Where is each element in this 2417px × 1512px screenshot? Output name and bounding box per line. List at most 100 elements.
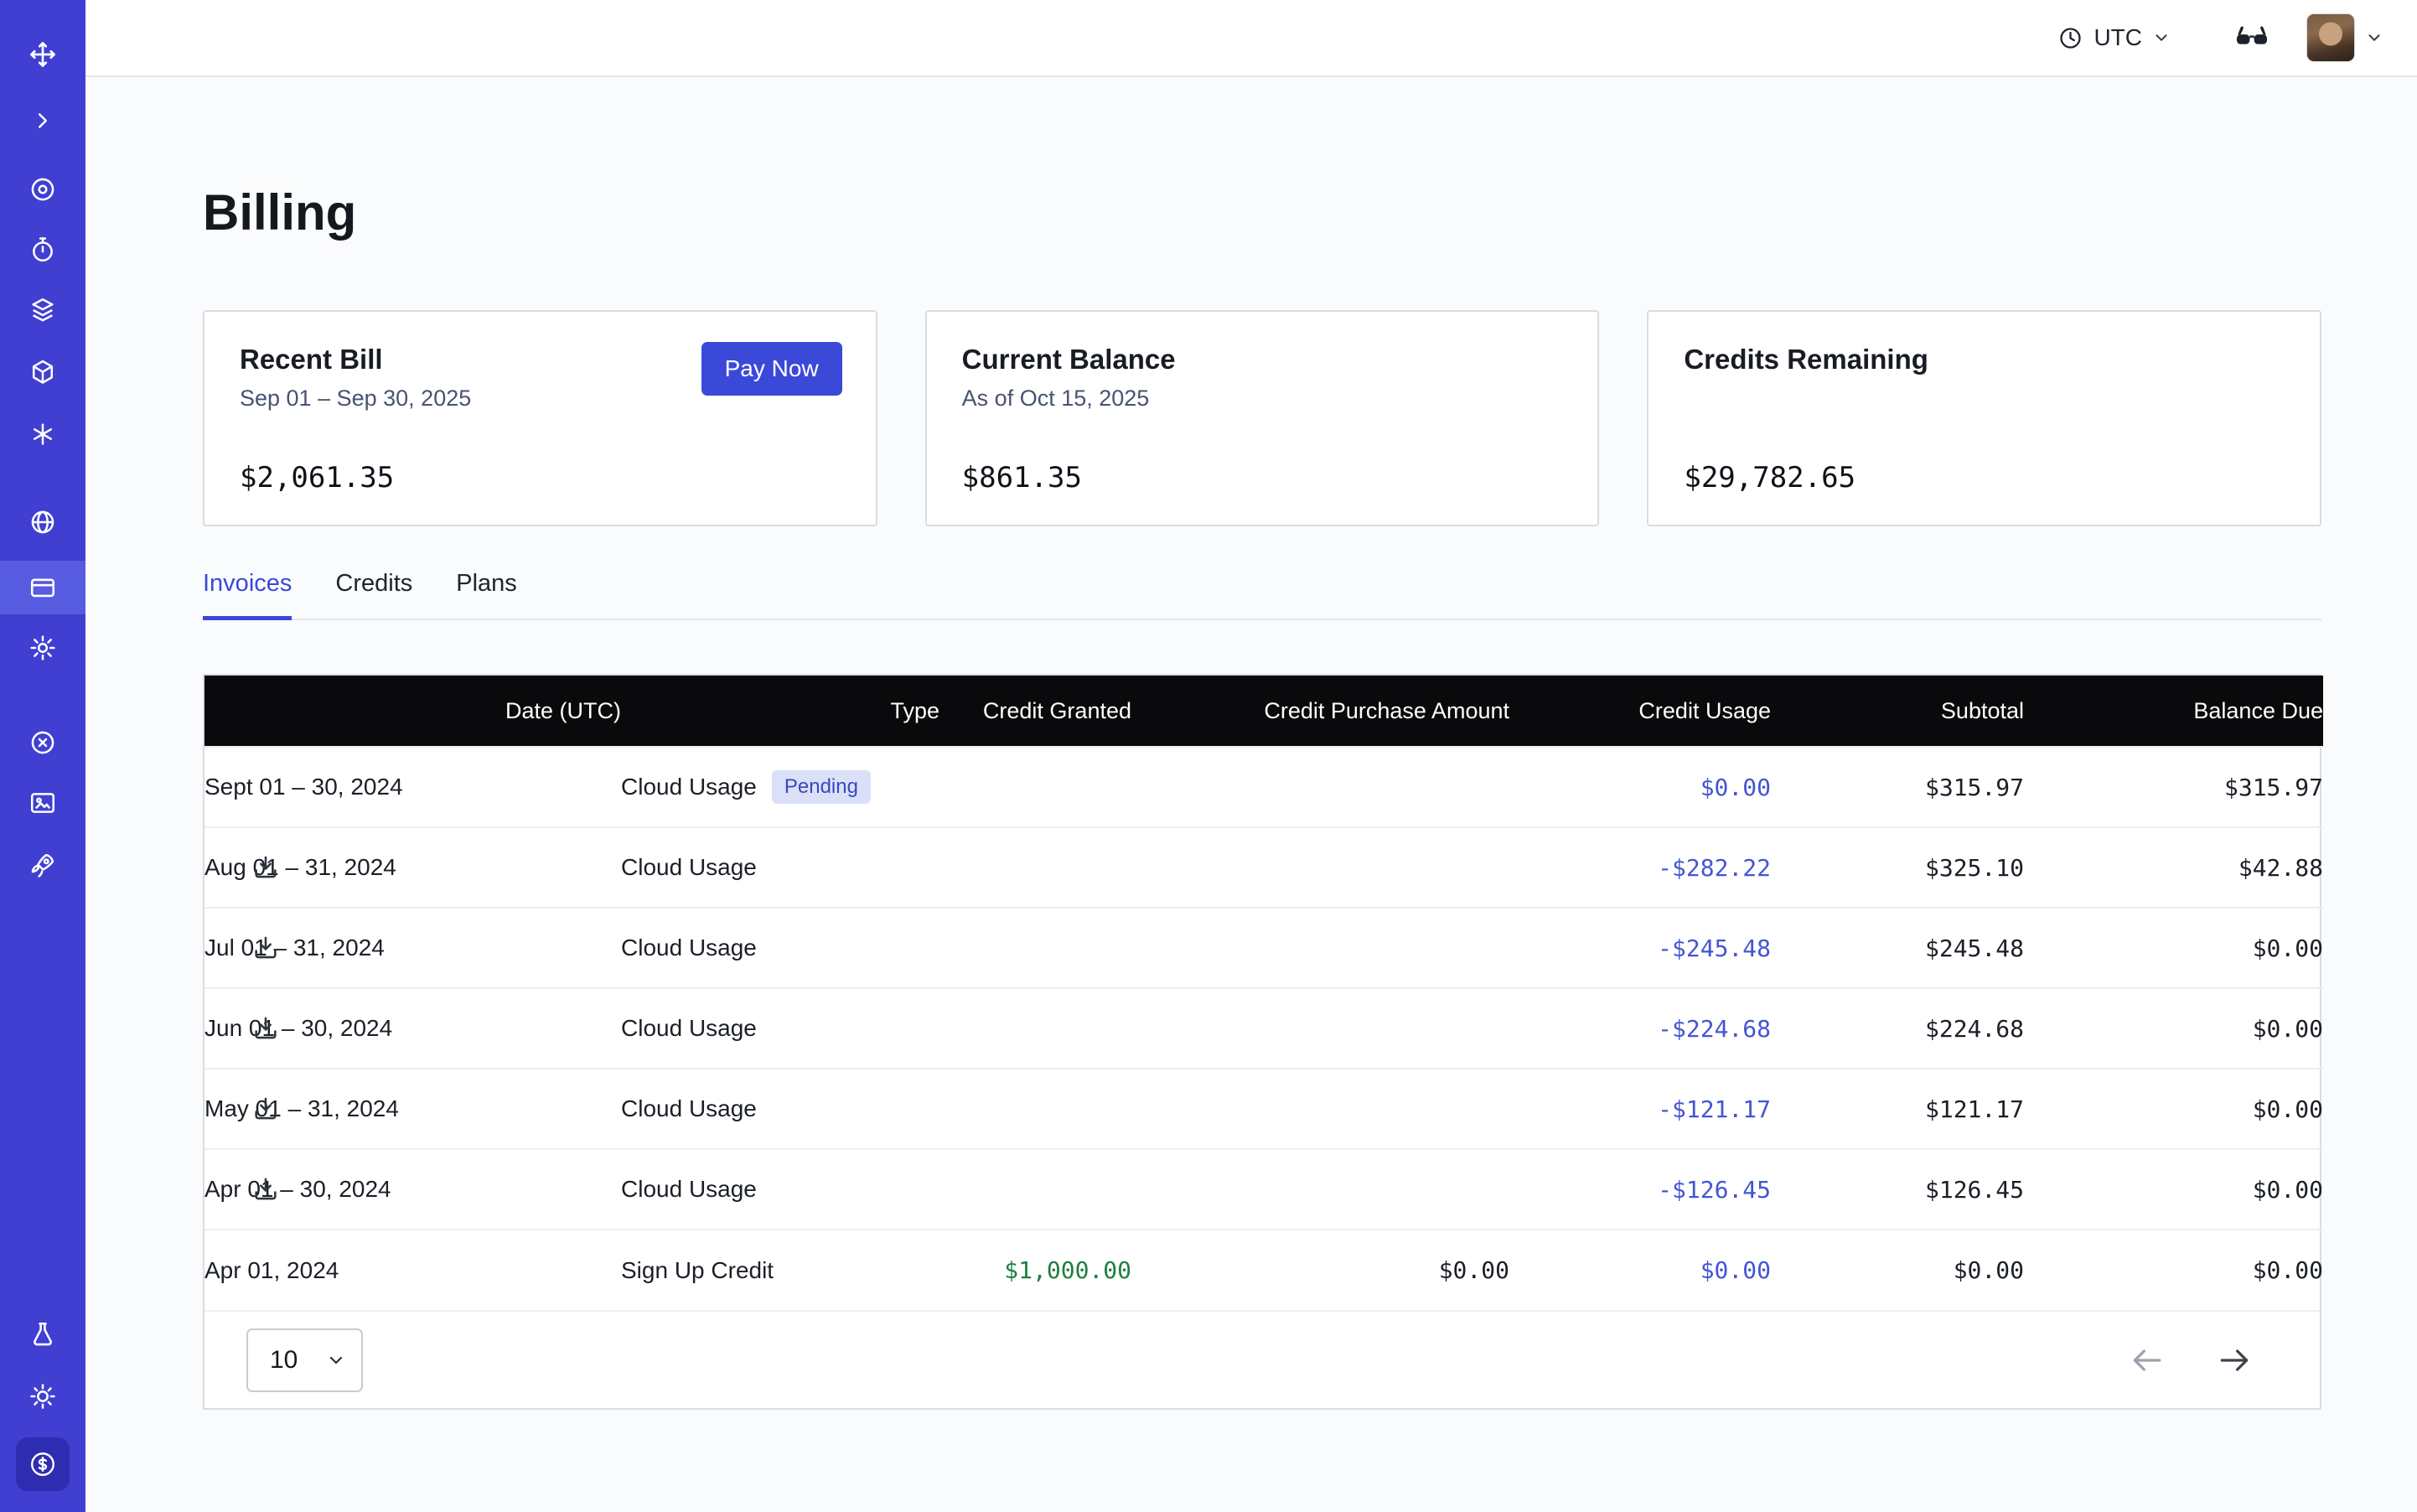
tab-plans[interactable]: Plans [456,570,517,620]
balance-due-value: $0.00 [2024,1230,2323,1310]
balance-due-value: $0.00 [2024,1069,2323,1149]
main-content: Billing Recent Bill Sep 01 – Sep 30, 202… [85,77,2417,1512]
subtotal-value: $121.17 [1771,1069,2024,1149]
invoice-type: Cloud Usage [621,854,757,880]
subtotal-value: $126.45 [1771,1149,2024,1230]
pay-now-button[interactable]: Pay Now [701,342,842,396]
globe-icon[interactable] [0,495,85,549]
header-date: Date (UTC) [204,676,621,747]
invoice-date: Jun 01 – 30, 2024 [204,1015,392,1041]
tab-credits[interactable]: Credits [335,570,412,620]
balance-due-value: $0.00 [2024,988,2323,1069]
table-row: Apr 01 – 30, 2024 Cloud Usage -$126.45 $… [204,1149,2323,1230]
current-balance-card: Current Balance As of Oct 15, 2025 $861.… [925,310,1600,526]
download-invoice-button[interactable] [251,1095,280,1123]
table-header-row: Date (UTC) Type Credit Granted Credit Pu… [204,676,2323,747]
header-credit-usage: Credit Usage [1509,676,1771,747]
subtotal-value: $224.68 [1771,988,2024,1069]
credit-usage-value: -$121.17 [1509,1069,1771,1149]
credit-usage-value: -$224.68 [1509,988,1771,1069]
download-invoice-button[interactable] [251,1014,280,1043]
topbar: UTC [85,0,2417,77]
subtotal-value: $315.97 [1771,747,2024,827]
header-credit-granted: Credit Granted [939,676,1131,747]
balance-as-of: As of Oct 15, 2025 [962,386,1563,412]
layers-icon[interactable] [0,283,85,337]
timezone-selector[interactable]: UTC [2057,24,2171,51]
credit-usage-value: $0.00 [1509,747,1771,827]
card-title: Current Balance [962,344,1563,375]
credits-remaining-amount: $29,782.65 [1684,461,2285,495]
invoices-table: Date (UTC) Type Credit Granted Credit Pu… [203,674,2321,1410]
invoice-date: Sept 01 – 30, 2024 [204,774,403,800]
invoice-date: Jul 01 – 31, 2024 [204,935,385,961]
invoice-type: Cloud Usage [621,774,757,800]
avatar[interactable] [2306,13,2355,62]
glasses-icon[interactable] [2233,18,2271,57]
page-size-select[interactable]: 10 [246,1328,363,1392]
status-badge: Pending [772,770,871,804]
current-balance-amount: $861.35 [962,461,1563,495]
download-invoice-button[interactable] [251,1175,280,1204]
table-footer: 10 [204,1310,2320,1408]
asterisk-icon[interactable] [0,407,85,461]
flask-icon[interactable] [0,1307,85,1361]
credit-usage-value: -$245.48 [1509,908,1771,988]
invoice-type: Cloud Usage [621,1095,757,1121]
table-row: Aug 01 – 31, 2024 Cloud Usage -$282.22 $… [204,827,2323,908]
balance-due-value: $0.00 [2024,908,2323,988]
card-title: Credits Remaining [1684,344,2285,375]
subtotal-value: $0.00 [1771,1230,2024,1310]
move-logo-icon[interactable] [0,28,85,81]
invoice-type: Cloud Usage [621,1015,757,1041]
invoice-type: Cloud Usage [621,935,757,961]
credit-card-icon[interactable] [0,561,85,614]
balance-due-value: $42.88 [2024,827,2323,908]
credit-purchase-value: $0.00 [1131,1230,1509,1310]
subtotal-value: $245.48 [1771,908,2024,988]
next-page-button[interactable] [2216,1342,2253,1379]
header-credit-purchase: Credit Purchase Amount [1131,676,1509,747]
page-size-value: 10 [270,1346,298,1375]
subtotal-value: $325.10 [1771,827,2024,908]
download-invoice-button[interactable] [251,853,280,882]
invoice-type: Sign Up Credit [621,1257,774,1283]
credit-usage-value: -$282.22 [1509,827,1771,908]
download-invoice-button[interactable] [251,934,280,962]
summary-cards: Recent Bill Sep 01 – Sep 30, 2025 $2,061… [203,310,2321,526]
rocket-icon[interactable] [0,838,85,892]
chevron-down-icon [326,1350,346,1370]
recent-bill-amount: $2,061.35 [240,461,841,495]
table-row: Jul 01 – 31, 2024 Cloud Usage -$245.48 $… [204,908,2323,988]
dollar-circle-icon[interactable] [16,1437,70,1491]
chevron-right-icon[interactable] [0,94,85,148]
header-type: Type [621,676,939,747]
cube-icon[interactable] [0,345,85,399]
credit-usage-value: $0.00 [1509,1230,1771,1310]
chevron-down-icon [2152,28,2171,47]
header-balance-due: Balance Due [2024,676,2323,747]
table-row: Apr 01, 2024 Sign Up Credit $1,000.00 $0… [204,1230,2323,1310]
invoice-type: Cloud Usage [621,1176,757,1202]
sidebar [0,0,85,1512]
billing-tabs: Invoices Credits Plans [203,570,2321,620]
table-row: Jun 01 – 30, 2024 Cloud Usage -$224.68 $… [204,988,2323,1069]
stopwatch-icon[interactable] [0,223,85,277]
disc-icon[interactable] [0,163,85,216]
balance-due-value: $0.00 [2024,1149,2323,1230]
table-row: May 01 – 31, 2024 Cloud Usage -$121.17 $… [204,1069,2323,1149]
tab-invoices[interactable]: Invoices [203,570,292,620]
credits-remaining-card: Credits Remaining $29,782.65 [1647,310,2321,526]
gear-icon[interactable] [0,621,85,675]
header-subtotal: Subtotal [1771,676,2024,747]
sun-icon[interactable] [0,1370,85,1423]
previous-page-button[interactable] [2129,1342,2166,1379]
image-icon[interactable] [0,776,85,830]
invoice-date: Apr 01 – 30, 2024 [204,1176,391,1202]
credit-usage-value: -$126.45 [1509,1149,1771,1230]
timezone-label: UTC [2094,24,2142,51]
recent-bill-card: Recent Bill Sep 01 – Sep 30, 2025 $2,061… [203,310,877,526]
chevron-down-icon[interactable] [2365,28,2383,47]
circle-x-icon[interactable] [0,716,85,769]
invoice-date: Apr 01, 2024 [204,1257,339,1283]
